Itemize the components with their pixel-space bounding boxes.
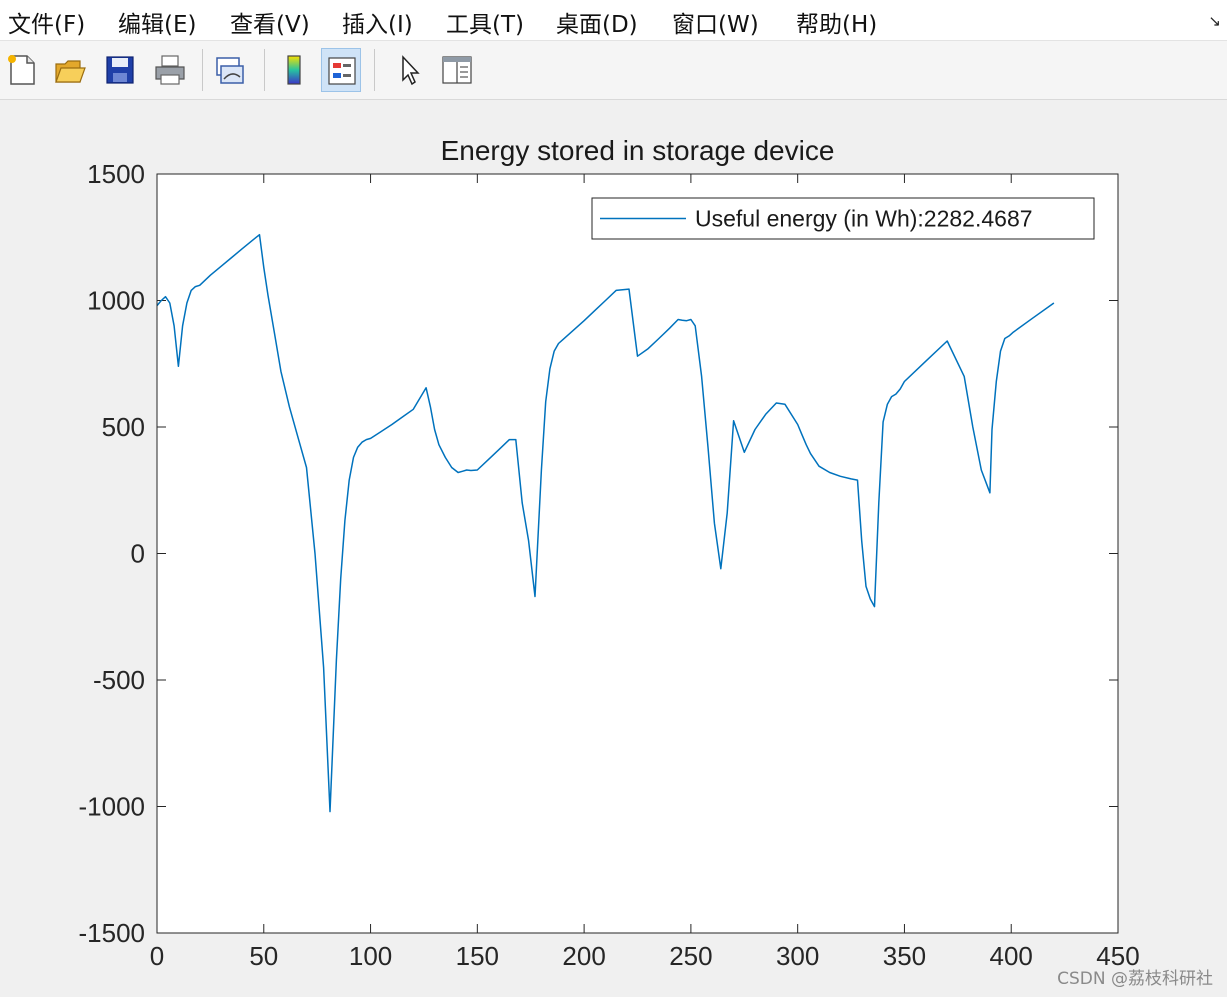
y-tick-label: 1500 xyxy=(87,159,145,189)
menu-edit[interactable]: 编辑(E) xyxy=(118,5,196,39)
y-tick-label: 1000 xyxy=(87,286,145,316)
x-tick-label: 150 xyxy=(456,941,499,971)
menu-bar: 文件(F) 编辑(E) 查看(V) 插入(I) 工具(T) 桌面(D) 窗口(W… xyxy=(0,0,1227,41)
y-tick-label: 0 xyxy=(131,539,145,569)
axes-background xyxy=(157,174,1118,933)
menu-help[interactable]: 帮助(H) xyxy=(796,5,877,39)
y-tick-label: -1500 xyxy=(79,918,146,948)
x-tick-label: 200 xyxy=(562,941,605,971)
menu-file[interactable]: 文件(F) xyxy=(8,5,85,39)
property-editor-icon[interactable] xyxy=(437,48,477,92)
menu-desktop[interactable]: 桌面(D) xyxy=(556,5,638,39)
x-tick-label: 300 xyxy=(776,941,819,971)
toolbar-separator xyxy=(374,49,375,91)
y-tick-label: 500 xyxy=(102,412,145,442)
x-tick-label: 50 xyxy=(249,941,278,971)
menu-window[interactable]: 窗口(W) xyxy=(672,5,759,39)
legend-label: Useful energy (in Wh):2282.4687 xyxy=(695,206,1033,232)
x-tick-label: 0 xyxy=(150,941,164,971)
legend-icon[interactable] xyxy=(321,48,361,92)
pointer-icon[interactable] xyxy=(390,48,430,92)
watermark: CSDN @荔枝科研社 xyxy=(1057,969,1213,989)
toolbar-separator xyxy=(202,49,203,91)
link-plot-icon[interactable] xyxy=(210,48,250,92)
legend[interactable]: Useful energy (in Wh):2282.4687 xyxy=(591,197,1095,240)
chart-title: Energy stored in storage device xyxy=(441,135,835,166)
toolbar-separator xyxy=(264,49,265,91)
x-tick-label: 100 xyxy=(349,941,392,971)
y-tick-label: -1000 xyxy=(79,792,146,822)
figure-area: 0 50 100 150 200 250 300 350 400 450 -1500 -1000 -50… xyxy=(0,100,1227,997)
menu-view[interactable]: 查看(V) xyxy=(230,5,310,39)
x-tick-label: 250 xyxy=(669,941,712,971)
menu-insert[interactable]: 插入(I) xyxy=(342,5,413,39)
dock-arrow-icon[interactable]: ↘ xyxy=(1208,12,1221,30)
y-tick-label: -500 xyxy=(93,665,145,695)
open-folder-icon[interactable] xyxy=(50,48,90,92)
x-tick-label: 350 xyxy=(883,941,926,971)
new-figure-icon[interactable] xyxy=(2,48,42,92)
save-icon[interactable] xyxy=(100,48,140,92)
print-icon[interactable] xyxy=(150,48,190,92)
x-tick-label: 400 xyxy=(990,941,1033,971)
chart: 0 50 100 150 200 250 300 350 400 450-1500-1000-50… xyxy=(79,135,1140,971)
colorbar-icon[interactable] xyxy=(274,48,314,92)
toolbar xyxy=(0,41,1227,100)
menu-tools[interactable]: 工具(T) xyxy=(446,5,524,39)
